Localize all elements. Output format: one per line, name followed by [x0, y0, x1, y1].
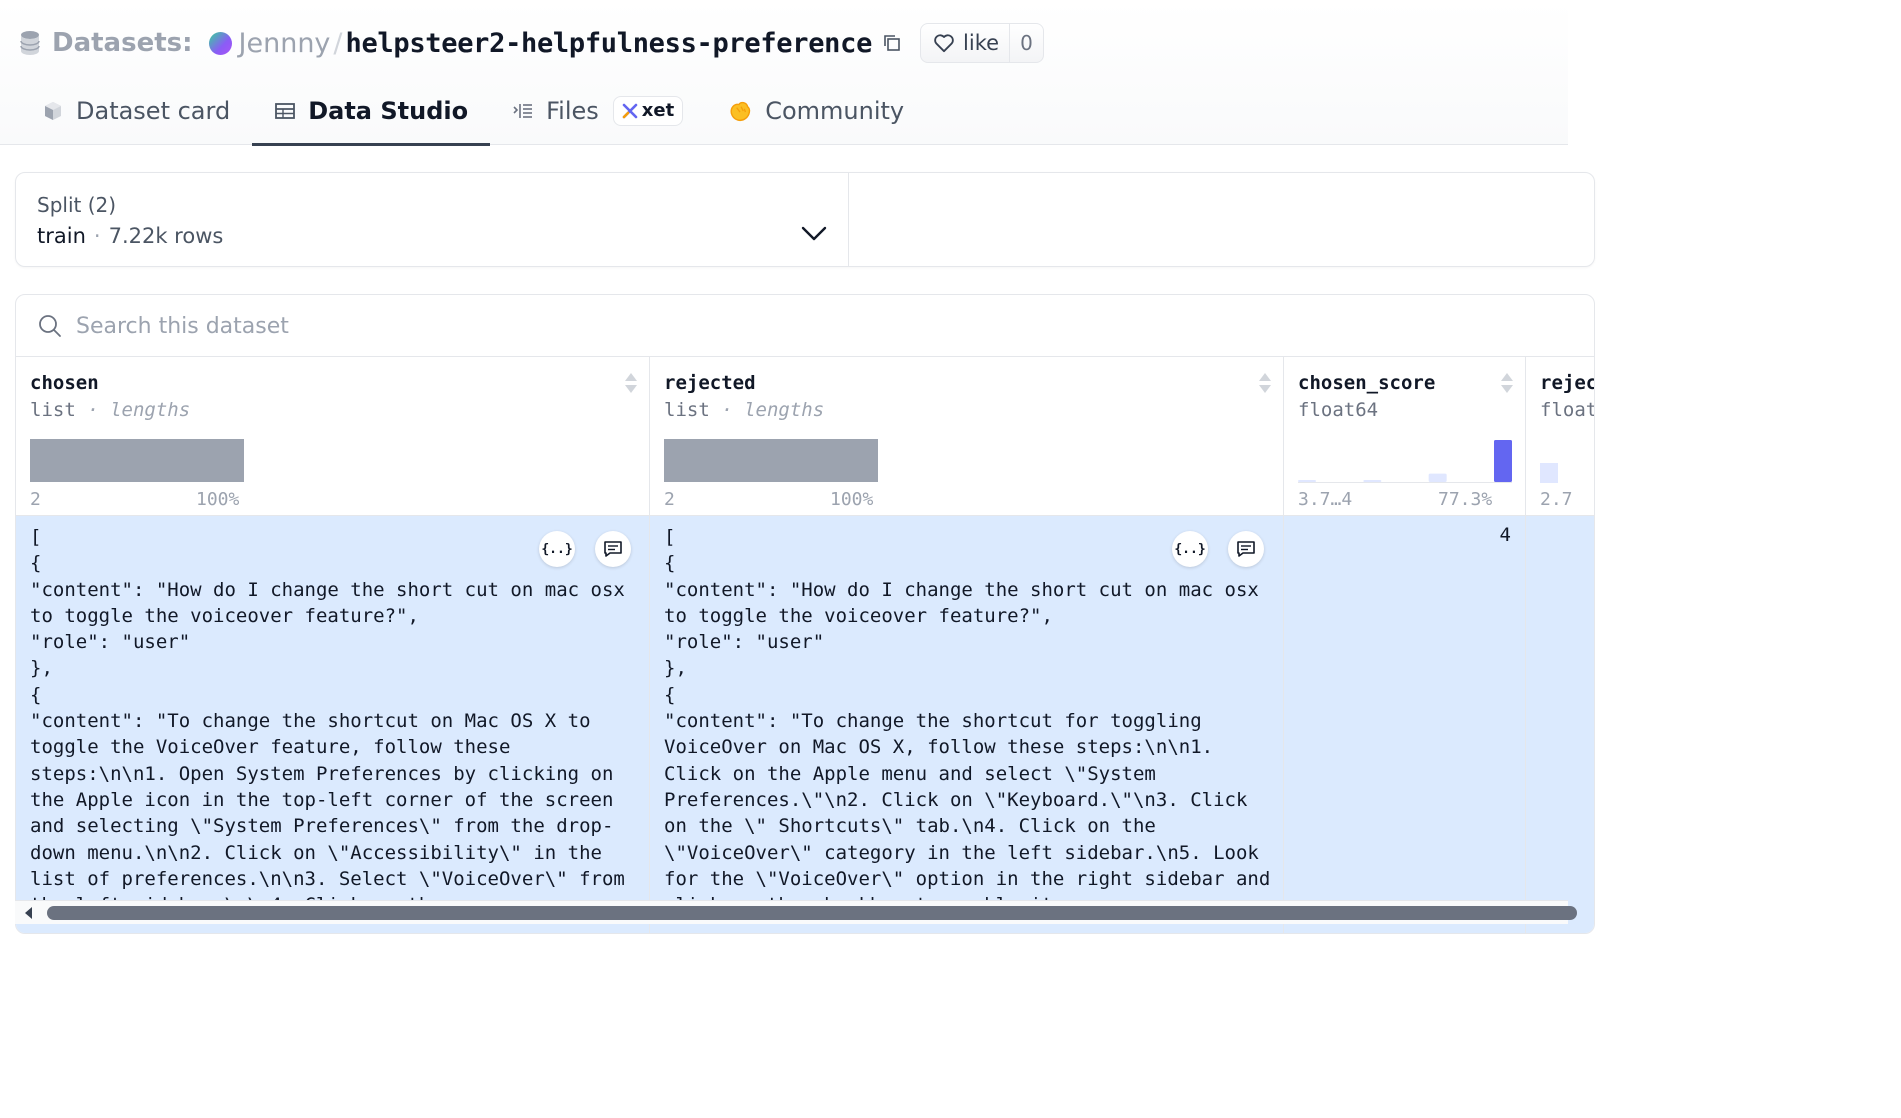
- histogram-min: 2: [30, 489, 41, 510]
- column-chosen-score: chosen_score float64 3.7…4 77.3% 4: [1284, 357, 1526, 933]
- scroll-left-arrow-icon[interactable]: [23, 906, 33, 920]
- tab-data-studio-label: Data Studio: [308, 96, 469, 125]
- column-type: float64: [1298, 399, 1379, 421]
- xet-badge-label: xet: [641, 100, 675, 121]
- split-row-count: 7.22k rows: [108, 224, 224, 248]
- data-table-card: chosen list · lengths 2 100% [ { "conten…: [15, 294, 1595, 934]
- histogram-bar[interactable]: [664, 439, 878, 482]
- split-value: train · 7.22k rows: [37, 224, 223, 248]
- tab-data-studio[interactable]: Data Studio: [252, 76, 490, 146]
- sort-icon[interactable]: [624, 372, 638, 394]
- search-input[interactable]: [76, 307, 676, 345]
- tab-dataset-card-label: Dataset card: [76, 96, 231, 125]
- histogram-svg: [1298, 440, 1512, 483]
- table-icon: [275, 102, 296, 119]
- cube-icon: [45, 101, 61, 120]
- repo-name-link[interactable]: helpsteer2-helpfulness-preference: [346, 28, 873, 59]
- tab-community-label: Community: [765, 96, 905, 125]
- owner-avatar[interactable]: [208, 31, 232, 55]
- column-header-chosen[interactable]: chosen list · lengths 2 100%: [16, 357, 649, 516]
- histogram-max: 77.3%: [1438, 489, 1493, 510]
- cell-text: [ { "content": "How do I change the shor…: [664, 526, 1271, 916]
- files-icon: [513, 103, 533, 118]
- tab-dataset-card[interactable]: Dataset card: [20, 76, 252, 145]
- search-bar: [16, 295, 1594, 357]
- like-label: like: [963, 31, 1000, 55]
- column-header-chosen-score[interactable]: chosen_score float64 3.7…4 77.3%: [1284, 357, 1525, 516]
- column-type: list · lengths: [30, 399, 191, 421]
- histogram-min: 2.7: [1540, 489, 1573, 510]
- section-label[interactable]: Datasets:: [52, 28, 193, 58]
- scrollbar-thumb[interactable]: [47, 906, 1577, 920]
- horizontal-scrollbar[interactable]: [15, 900, 1577, 924]
- database-icon: [20, 31, 40, 55]
- repo-header: Datasets: Jennny / helpsteer2-helpfulnes…: [0, 0, 1568, 146]
- histogram-max: 100%: [196, 489, 240, 510]
- split-selector[interactable]: Split (2) train · 7.22k rows: [16, 173, 849, 266]
- like-button[interactable]: like 0: [920, 23, 1044, 63]
- sort-icon[interactable]: [1500, 372, 1514, 394]
- histogram-bin[interactable]: [1428, 473, 1447, 482]
- column-type: float64: [1540, 399, 1595, 421]
- histogram-bar[interactable]: [1540, 463, 1558, 483]
- column-name: chosen_score: [1298, 372, 1436, 394]
- histogram-bin[interactable]: [1298, 480, 1316, 482]
- column-name: rejected_score: [1540, 372, 1595, 394]
- json-view-button[interactable]: {..}: [1172, 531, 1208, 567]
- chat-icon: [1237, 541, 1255, 557]
- path-separator: /: [333, 27, 343, 59]
- table-cell[interactable]: [ { "content": "How do I change the shor…: [16, 516, 649, 933]
- table-cell[interactable]: [1526, 516, 1594, 933]
- xet-icon: [622, 103, 638, 118]
- chat-view-button[interactable]: [1228, 531, 1264, 567]
- like-count[interactable]: 0: [1009, 24, 1043, 62]
- sort-icon[interactable]: [1258, 372, 1272, 394]
- chat-view-button[interactable]: [595, 531, 631, 567]
- chat-icon: [604, 541, 622, 557]
- histogram-min: 3.7…4: [1298, 489, 1353, 510]
- heart-icon: [934, 34, 954, 53]
- table-cell[interactable]: 4: [1284, 516, 1525, 933]
- cell-number: 4: [1499, 524, 1511, 546]
- copy-icon[interactable]: [882, 33, 902, 53]
- column-rejected-score: rejected_score float64 2.7: [1526, 357, 1595, 933]
- histogram-min: 2: [664, 489, 675, 510]
- column-name: chosen: [30, 372, 99, 394]
- tab-community[interactable]: Community: [705, 76, 926, 145]
- histogram-bar[interactable]: [30, 439, 244, 482]
- histogram-chart[interactable]: [1298, 437, 1512, 483]
- json-view-button[interactable]: {..}: [539, 531, 575, 567]
- histogram-bin[interactable]: [1363, 480, 1382, 482]
- like-toggle[interactable]: like: [921, 24, 1009, 62]
- column-rejected: rejected list · lengths 2 100% [ { "cont…: [650, 357, 1284, 933]
- repo-title-row: Datasets: Jennny / helpsteer2-helpfulnes…: [20, 22, 1044, 64]
- repo-tabs: Dataset card Data Studio Files xet Commu…: [20, 76, 926, 146]
- column-header-rejected-score[interactable]: rejected_score float64 2.7: [1526, 357, 1595, 516]
- column-type: list · lengths: [664, 399, 825, 421]
- split-selector-card: Split (2) train · 7.22k rows: [15, 172, 1595, 267]
- community-icon: [730, 101, 751, 121]
- split-label: Split (2): [37, 193, 117, 217]
- owner-link[interactable]: Jennny: [239, 28, 331, 59]
- tab-files-label: Files: [546, 96, 599, 125]
- cell-text: [ { "content": "How do I change the shor…: [30, 526, 625, 916]
- split-separator: ·: [93, 224, 101, 248]
- column-chosen: chosen list · lengths 2 100% [ { "conten…: [16, 357, 650, 933]
- chevron-down-icon[interactable]: [801, 225, 827, 243]
- tab-files[interactable]: Files xet: [490, 76, 705, 145]
- histogram-max: 100%: [830, 489, 874, 510]
- search-icon: [39, 315, 61, 337]
- split-name: train: [37, 224, 86, 248]
- table-cell[interactable]: [ { "content": "How do I change the shor…: [650, 516, 1283, 933]
- column-header-rejected[interactable]: rejected list · lengths 2 100%: [650, 357, 1283, 516]
- histogram-bin[interactable]: [1494, 440, 1512, 482]
- xet-badge[interactable]: xet: [612, 95, 684, 126]
- column-name: rejected: [664, 372, 756, 394]
